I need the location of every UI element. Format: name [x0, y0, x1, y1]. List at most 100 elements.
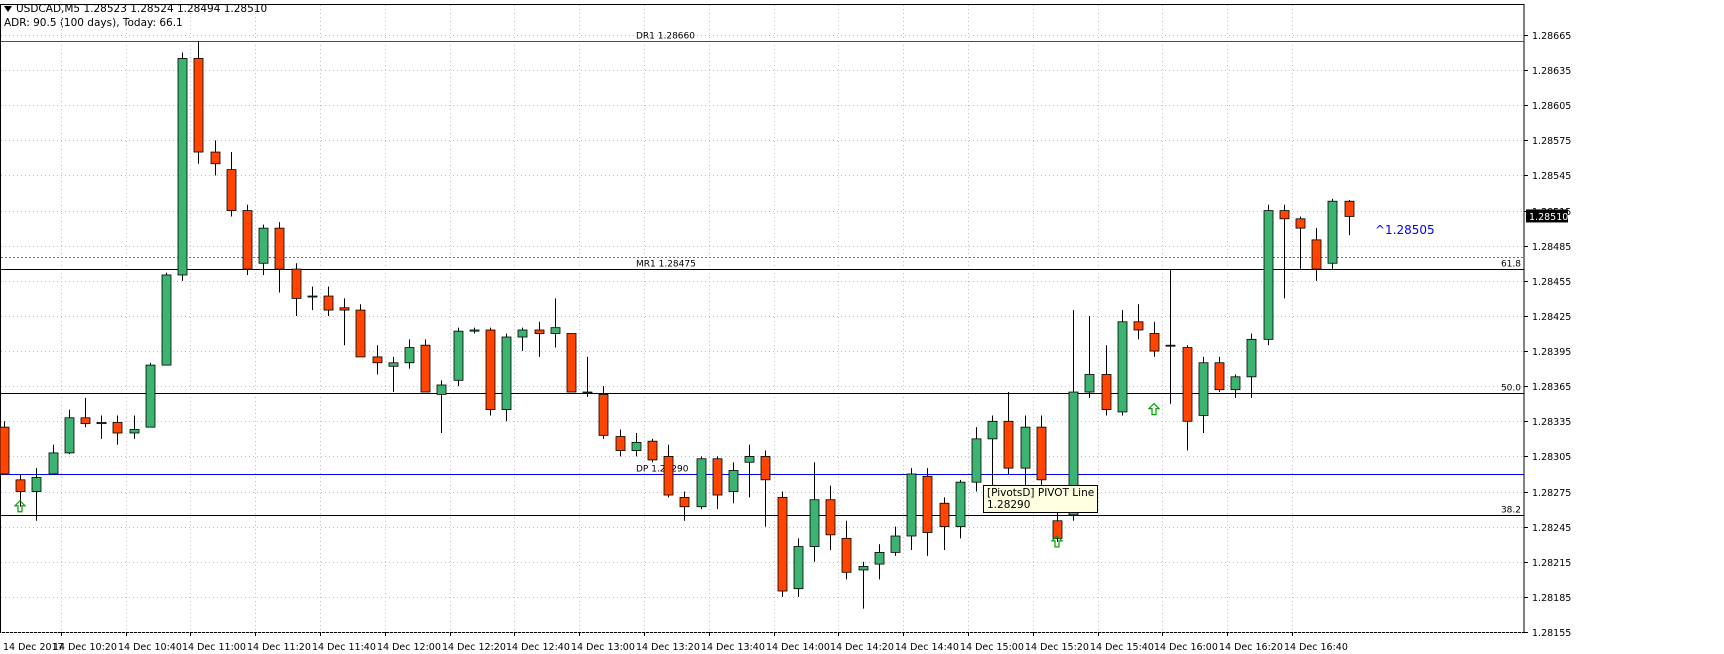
time-tick-label: 14 Dec 13:00 [571, 642, 635, 653]
candle [469, 327, 480, 334]
candle-body [858, 566, 869, 571]
candle-body [15, 479, 26, 492]
candle [501, 333, 512, 422]
time-tick-label: 14 Dec 15:00 [960, 642, 1024, 653]
candle [226, 152, 237, 217]
candle [96, 415, 107, 439]
candle [242, 204, 253, 275]
candle [291, 263, 302, 316]
time-tick-label: 14 Dec 16:20 [1219, 642, 1283, 653]
candle-body [1295, 218, 1306, 229]
candle-body [793, 546, 804, 590]
candle-body [242, 210, 253, 270]
candle [1133, 304, 1144, 340]
candle-body [598, 393, 609, 436]
candle [436, 380, 447, 433]
price-axis: 1.28665 1.28635 1.28605 1.28575 1.28545 1.285… [1524, 31, 1571, 639]
candle [145, 362, 156, 428]
candle-body [372, 356, 383, 364]
candle [1311, 228, 1322, 281]
candle-body [1279, 210, 1290, 220]
candle-body [226, 169, 237, 211]
candle [566, 333, 577, 393]
price-tick-label: 1.28185 [1532, 593, 1571, 604]
candle [712, 456, 723, 510]
candle-body [1084, 374, 1095, 393]
candle [647, 438, 658, 463]
level-label-PIVOT: DP 1.28290 [636, 465, 689, 475]
level-label-MR1: MR1 1.28475 [636, 260, 696, 270]
candle-body [404, 347, 415, 364]
candle [679, 491, 690, 521]
candle-body [760, 456, 771, 481]
time-tick-label: 14 Dec 11:40 [312, 642, 376, 653]
candle [48, 444, 59, 475]
candle [193, 40, 204, 164]
candle [631, 433, 642, 457]
candle-body [177, 58, 188, 276]
current-price-label: 1.28510 [1529, 212, 1568, 223]
level-label-DR1: DR1 1.28660 [636, 32, 695, 42]
price-chart[interactable]: DR1 1.28660 MR1 1.28475 DP 1.28290 50.0 38.2… [0, 0, 1724, 654]
candle-body [274, 227, 285, 270]
candle [1246, 333, 1257, 398]
candle [80, 397, 91, 428]
time-tick-label: 14 Dec 12:00 [377, 642, 441, 653]
price-tick-label: 1.28425 [1532, 312, 1571, 323]
candle-body [1327, 200, 1338, 264]
candle [744, 444, 755, 498]
candle-body [145, 364, 156, 428]
candle-body [323, 295, 334, 311]
candle [1003, 392, 1014, 474]
candle-body [501, 336, 512, 410]
level-lines: DR1 1.28660 MR1 1.28475 DP 1.28290 50.0 38.2… [1, 32, 1524, 516]
candle [339, 298, 350, 346]
candle-body [1003, 420, 1014, 469]
candle [453, 327, 464, 387]
candle-body [615, 436, 626, 451]
tooltip-title: [PivotsD] PIVOT Line [987, 487, 1095, 499]
price-tick-label: 1.28395 [1532, 347, 1571, 358]
time-tick-label: 14 Dec 16:00 [1154, 642, 1218, 653]
candle-body [48, 452, 59, 475]
candle-body [874, 552, 885, 565]
candle [323, 286, 334, 316]
candle-body [712, 458, 723, 496]
candle [825, 485, 836, 551]
candle [355, 304, 366, 358]
candle-body [987, 420, 998, 440]
candle-body [436, 384, 447, 395]
candle-body [291, 268, 302, 299]
candle-body [841, 537, 852, 573]
candle-body [258, 227, 269, 264]
price-tick-label: 1.28215 [1532, 558, 1571, 569]
candle-body [679, 496, 690, 508]
candle [1198, 356, 1209, 433]
candle-body [1117, 321, 1128, 413]
time-tick-label: 14 Dec 11:20 [247, 642, 311, 653]
candle [534, 321, 545, 357]
candle [258, 224, 269, 275]
candle [696, 456, 707, 510]
time-tick-label: 14 Dec 16:40 [1284, 642, 1348, 653]
candle-body [1101, 374, 1112, 410]
candle-body [955, 481, 966, 528]
time-tick-label: 14 Dec 14:40 [895, 642, 959, 653]
candle-body [566, 333, 577, 393]
candle-body [728, 470, 739, 492]
candle-body [1036, 426, 1047, 481]
chart-grid [0, 4, 1525, 633]
candle [550, 298, 561, 348]
candle-body [696, 458, 707, 508]
candle-body [631, 441, 642, 451]
price-tick-label: 1.28545 [1532, 171, 1571, 182]
candle-body [1165, 344, 1176, 347]
candle-body [193, 58, 204, 153]
candle [841, 520, 852, 580]
candle [1344, 200, 1355, 236]
candle [1117, 310, 1128, 416]
candle-body [744, 456, 755, 463]
candle-body [388, 362, 399, 367]
candle-body [647, 440, 658, 461]
candle [64, 409, 75, 455]
